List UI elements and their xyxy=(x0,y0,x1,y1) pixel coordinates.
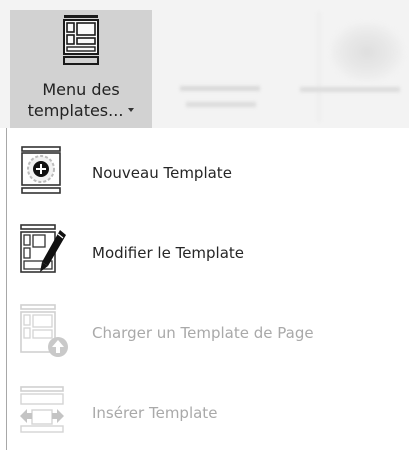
template-dropdown-menu: Nouveau Template Modifier le Template Ch… xyxy=(0,128,409,450)
blurred-ribbon-label xyxy=(300,84,400,98)
menu-item-insert-template[interactable]: Insérer Template xyxy=(7,372,409,450)
ribbon-toolbar: Menu des templates... xyxy=(0,0,409,129)
insert-template-icon xyxy=(20,386,64,433)
blurred-ribbon-label xyxy=(180,84,270,114)
app-window: Menu des templates... Nouveau Template M… xyxy=(0,0,409,450)
menu-item-label: Modifier le Template xyxy=(92,244,245,262)
menu-item-label: Charger un Template de Page xyxy=(92,324,314,342)
template-layout-icon xyxy=(63,15,99,65)
menu-item-label: Nouveau Template xyxy=(92,164,232,182)
menu-item-edit-template[interactable]: Modifier le Template xyxy=(7,212,409,292)
menu-item-load-page-template[interactable]: Charger un Template de Page xyxy=(7,292,409,372)
template-menu-label-line2: templates... xyxy=(10,101,152,121)
menu-item-new-template[interactable]: Nouveau Template xyxy=(7,132,409,212)
template-menu-label-text: templates... xyxy=(27,101,124,120)
chevron-down-icon xyxy=(128,107,135,112)
template-menu-button[interactable]: Menu des templates... xyxy=(10,10,152,128)
template-menu-label-line1: Menu des xyxy=(42,80,120,99)
blurred-ribbon-separator xyxy=(318,12,320,122)
load-page-template-icon xyxy=(20,304,68,357)
new-template-icon xyxy=(21,146,61,194)
blurred-ribbon-icon xyxy=(330,22,404,82)
edit-template-icon xyxy=(20,224,66,273)
menu-item-label: Insérer Template xyxy=(92,404,218,422)
